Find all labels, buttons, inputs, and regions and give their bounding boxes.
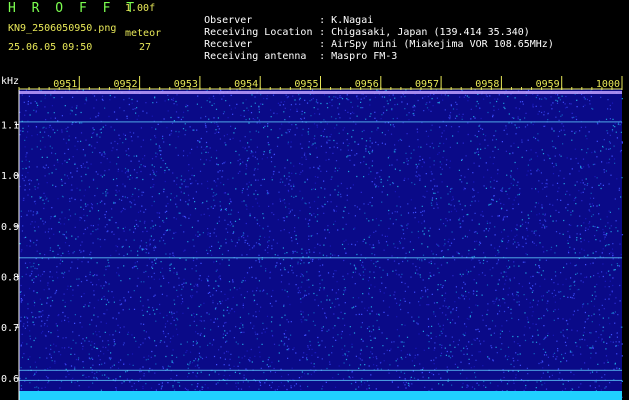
x-tick-label: 0957: [415, 79, 439, 90]
x-tick-label: 1000: [596, 79, 620, 90]
y-axis-label: kHz: [1, 76, 19, 87]
carrier-line: [19, 379, 622, 381]
carrier-line: [19, 121, 622, 123]
file-name: KN9_2506050950.png: [8, 23, 117, 34]
y-tick-label: 0.9: [1, 222, 19, 233]
x-tick-label: 0955: [294, 79, 318, 90]
info-value: Maspro FM-3: [331, 51, 398, 62]
meteor-count: 27: [139, 42, 152, 53]
noise-band: [19, 391, 622, 400]
app-title: H R O F F T: [8, 1, 139, 16]
y-tick-label: 1.0: [1, 171, 19, 182]
x-tick-label: 0951: [53, 79, 77, 90]
spectrogram-chart: kHz 1.1 1.0 0.9 0.8 0.7 0.6 0951 0952 0953 0954 095…: [0, 76, 629, 400]
x-tick-label: 0958: [475, 79, 499, 90]
info-separator: :: [319, 51, 326, 62]
spectrogram-field: [19, 89, 622, 400]
info-label: Receiving antenna: [204, 51, 307, 62]
carrier-line: [19, 91, 622, 94]
x-tick-label: 0954: [234, 79, 258, 90]
info-row-antenna: Receiving antenna: Maspro FM-3: [180, 40, 397, 73]
y-tick-label: 0.7: [1, 323, 19, 334]
date-time: 25.06.05 09:50: [8, 42, 93, 53]
carrier-line: [19, 369, 622, 371]
meteor-label: meteor: [125, 28, 162, 39]
y-tick-label: 0.6: [1, 374, 19, 385]
x-tick-label: 0959: [536, 79, 560, 90]
x-tick-label: 0952: [114, 79, 138, 90]
x-tick-label: 0956: [355, 79, 379, 90]
version-label: 1.00f: [125, 3, 156, 14]
hrofft-window: { "header": { "title": "H R O F F T", "v…: [0, 0, 629, 400]
y-tick-label: 0.8: [1, 273, 19, 284]
y-tick-label: 1.1: [1, 121, 19, 132]
x-tick-label: 0953: [174, 79, 198, 90]
carrier-line: [19, 257, 622, 259]
spectrogram-svg: kHz 1.1 1.0 0.9 0.8 0.7 0.6 0951 0952 0953 0954 095…: [1, 76, 624, 400]
